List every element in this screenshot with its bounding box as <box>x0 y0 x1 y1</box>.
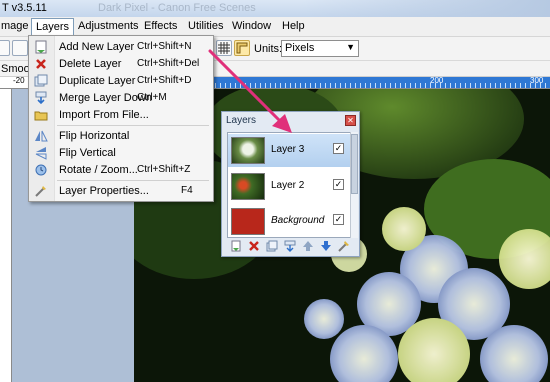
annotation-arrow <box>208 49 292 133</box>
